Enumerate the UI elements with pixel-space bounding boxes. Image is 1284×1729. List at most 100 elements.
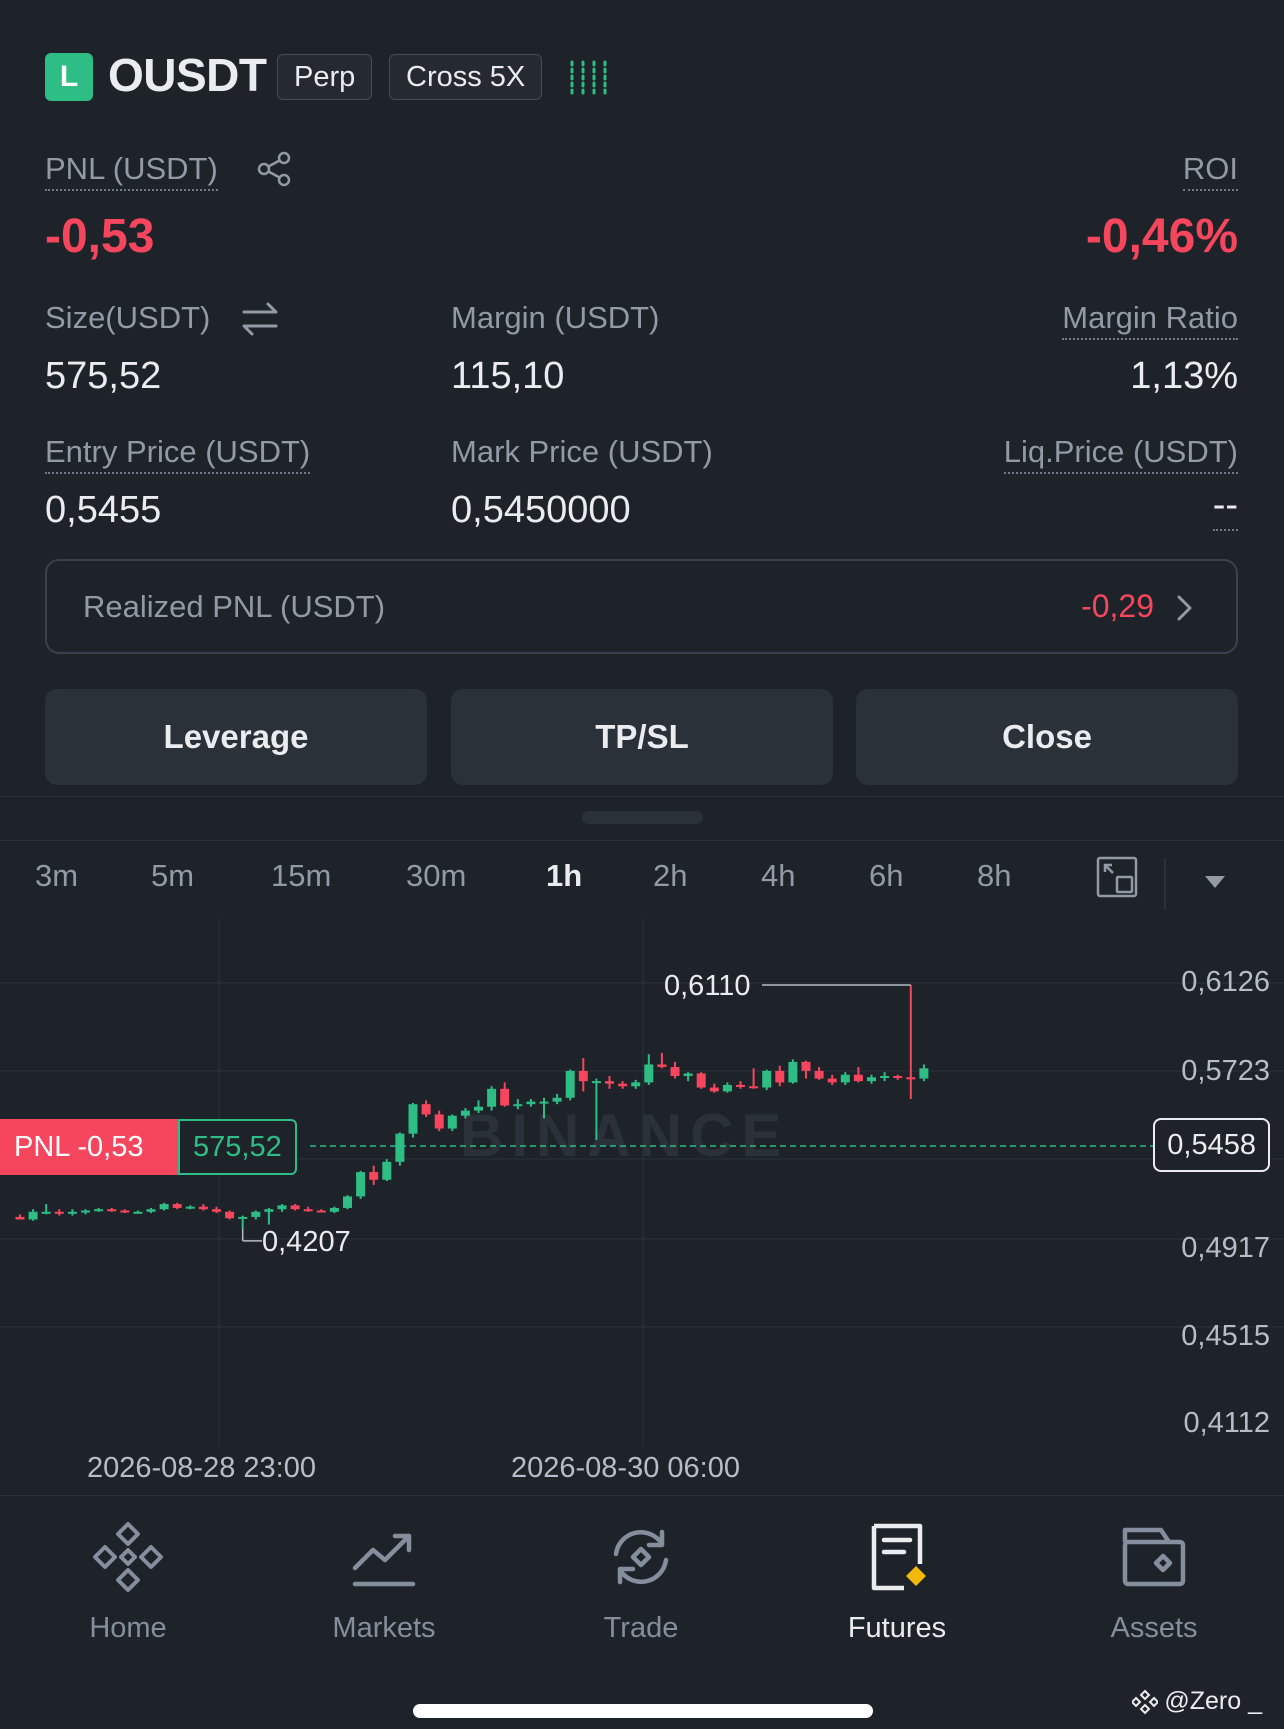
margin-ratio-label[interactable]: Margin Ratio (1062, 300, 1238, 340)
tab-timeframe-30m[interactable]: 30m (406, 858, 466, 894)
nav-trade-label: Trade (603, 1612, 679, 1644)
nav-assets[interactable]: Assets (1064, 1520, 1244, 1645)
nav-futures[interactable]: Futures (807, 1520, 987, 1645)
candle (94, 1207, 104, 1212)
candle-body (696, 1073, 706, 1088)
margin-label: Margin (USDT) (451, 300, 660, 335)
candle-body (500, 1088, 510, 1106)
candle-body (447, 1115, 457, 1129)
section-divider (0, 796, 1284, 797)
candle (644, 1054, 654, 1085)
candle (578, 1058, 588, 1092)
adl-signal-icon[interactable] (568, 58, 610, 98)
candle-body (749, 1086, 759, 1089)
tabs-separator (1164, 858, 1166, 910)
chart-grid (0, 918, 1284, 1446)
candle-body (54, 1211, 64, 1214)
candle (369, 1165, 379, 1185)
candle-body (474, 1106, 483, 1111)
candle (788, 1059, 798, 1084)
candle (15, 1214, 25, 1220)
nav-home[interactable]: Home (38, 1520, 218, 1645)
candle (395, 1132, 405, 1166)
candle-body (251, 1211, 261, 1217)
symbol-title[interactable]: OUSDT (108, 48, 267, 102)
candle-body (421, 1104, 431, 1115)
tab-timeframe-3m[interactable]: 3m (35, 858, 78, 894)
candle (133, 1210, 143, 1214)
cross-leverage-tag[interactable]: Cross 5X (389, 54, 543, 100)
nav-trade[interactable]: Trade (551, 1520, 731, 1645)
candle-body (513, 1104, 523, 1107)
y-tick-1: 0,6126 (1181, 966, 1270, 998)
candle (670, 1061, 680, 1079)
candle-body (775, 1070, 785, 1083)
candle-body (853, 1074, 863, 1082)
candle-body (591, 1081, 601, 1084)
swap-unit-icon[interactable] (240, 301, 280, 337)
nav-markets[interactable]: Markets (294, 1520, 474, 1645)
fullscreen-icon[interactable] (1095, 855, 1139, 899)
candle-body (225, 1211, 235, 1219)
dropdown-arrow-icon[interactable] (1202, 872, 1228, 892)
tab-timeframe-1h[interactable]: 1h (546, 858, 582, 894)
candle-body (867, 1077, 876, 1082)
close-button[interactable]: Close (856, 689, 1238, 785)
candle-body (290, 1205, 300, 1210)
mark-price-label: Mark Price (USDT) (451, 434, 713, 469)
candle-body (408, 1104, 418, 1134)
tpsl-button[interactable]: TP/SL (451, 689, 833, 785)
candle-body (814, 1070, 824, 1079)
tab-timeframe-4h[interactable]: 4h (761, 858, 795, 894)
candle-body (146, 1209, 156, 1212)
candle (316, 1209, 326, 1213)
candle (107, 1207, 117, 1212)
candle (264, 1207, 274, 1225)
candle (683, 1072, 693, 1082)
candle-body (618, 1083, 628, 1087)
leverage-button[interactable]: Leverage (45, 689, 427, 785)
realized-pnl-label: Realized PNL (USDT) (83, 589, 386, 624)
drag-handle[interactable] (582, 811, 703, 824)
candle (618, 1081, 628, 1089)
candle (54, 1209, 64, 1216)
long-side-badge: L (45, 53, 93, 101)
roi-label[interactable]: ROI (1182, 151, 1238, 191)
y-tick-5: 0,4112 (1183, 1407, 1270, 1439)
chart-trend-icon (352, 1533, 416, 1587)
tab-timeframe-8h[interactable]: 8h (977, 858, 1011, 894)
tab-timeframe-6h[interactable]: 6h (869, 858, 903, 894)
size-value: 575,52 (45, 355, 162, 397)
position-pnl-tag[interactable]: PNL -0,53 575,52 (0, 1119, 297, 1175)
candle-body (762, 1070, 772, 1088)
y-tick-2: 0,5723 (1181, 1055, 1270, 1087)
candle (631, 1079, 641, 1089)
candle-body (369, 1172, 379, 1180)
candle-body (893, 1076, 903, 1079)
liq-price-label[interactable]: Liq.Price (USDT) (1003, 434, 1238, 474)
tab-timeframe-2h[interactable]: 2h (653, 858, 687, 894)
candlestick-chart[interactable]: BINANCE 0,6110 0,4207 (0, 918, 1284, 1446)
candle (657, 1052, 667, 1069)
candle (906, 985, 916, 1100)
nav-assets-label: Assets (1110, 1612, 1198, 1644)
candle-body (539, 1101, 549, 1104)
realized-pnl-row[interactable]: Realized PNL (USDT) -0,29 (45, 559, 1238, 654)
candle (827, 1074, 837, 1085)
candle (867, 1074, 876, 1084)
candle (172, 1202, 182, 1210)
share-icon[interactable] (256, 151, 292, 187)
pnl-label[interactable]: PNL (USDT) (45, 151, 218, 191)
candle (198, 1204, 208, 1211)
user-watermark-text: @Zero _ (1164, 1687, 1262, 1715)
candle (382, 1159, 392, 1182)
candle-body (185, 1206, 195, 1209)
tab-timeframe-5m[interactable]: 5m (151, 858, 194, 894)
entry-price-label[interactable]: Entry Price (USDT) (45, 434, 311, 474)
candle (212, 1206, 221, 1214)
candle-body (631, 1082, 641, 1087)
candle-body (212, 1209, 221, 1212)
home-indicator[interactable] (413, 1704, 873, 1718)
candle (434, 1110, 444, 1132)
tab-timeframe-15m[interactable]: 15m (271, 858, 331, 894)
